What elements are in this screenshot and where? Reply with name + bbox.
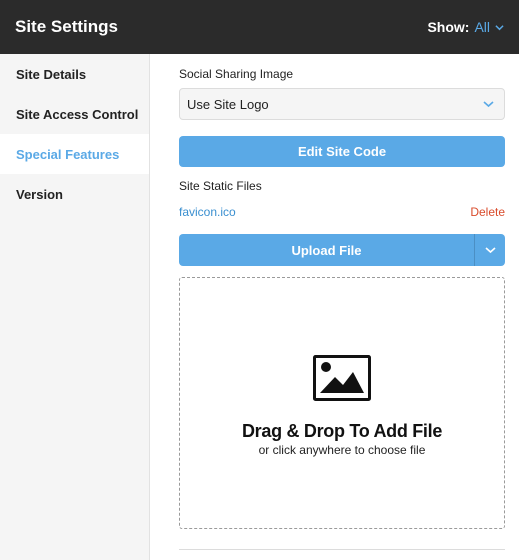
sidebar-item-version[interactable]: Version — [0, 174, 149, 214]
show-value: All — [474, 19, 490, 35]
select-value: Use Site Logo — [187, 96, 269, 112]
site-settings-panel: Site Settings Show: All Site Details Sit… — [0, 0, 519, 560]
header-bar: Site Settings Show: All — [0, 0, 519, 54]
show-filter[interactable]: Show: All — [427, 19, 504, 35]
image-icon — [313, 355, 371, 401]
upload-options-toggle[interactable] — [474, 234, 505, 266]
upload-button-group: Upload File — [179, 234, 505, 266]
show-dropdown[interactable]: All — [474, 19, 504, 35]
sidebar-item-special-features[interactable]: Special Features — [0, 134, 149, 174]
social-sharing-image-select[interactable]: Use Site Logo — [179, 88, 505, 120]
list-item: favicon.ico Delete — [179, 205, 505, 219]
sidebar-item-label: Version — [16, 186, 63, 202]
delete-file-button[interactable]: Delete — [470, 205, 505, 219]
sidebar-item-site-details[interactable]: Site Details — [0, 54, 149, 94]
dropzone-subtitle: or click anywhere to choose file — [258, 443, 426, 457]
social-sharing-image-label: Social Sharing Image — [179, 67, 294, 81]
chevron-down-icon — [495, 24, 504, 30]
settings-sidebar: Site Details Site Access Control Special… — [0, 54, 150, 560]
page-title: Site Settings — [15, 17, 118, 36]
site-static-files-label: Site Static Files — [179, 179, 262, 193]
upload-file-button[interactable]: Upload File — [179, 234, 474, 266]
chevron-down-icon — [483, 101, 494, 108]
sidebar-item-label: Special Features — [16, 146, 120, 162]
sidebar-item-site-access-control[interactable]: Site Access Control — [0, 94, 149, 134]
file-dropzone[interactable]: Drag & Drop To Add File or click anywher… — [179, 277, 505, 529]
dropzone-title: Drag & Drop To Add File — [241, 421, 443, 441]
divider — [179, 549, 505, 550]
sidebar-item-label: Site Details — [16, 66, 87, 82]
file-link[interactable]: favicon.ico — [179, 205, 236, 219]
special-features-content: Social Sharing Image Use Site Logo Edit … — [150, 54, 519, 560]
edit-site-code-button[interactable]: Edit Site Code — [179, 136, 505, 167]
show-label: Show: — [427, 19, 470, 35]
sidebar-item-label: Site Access Control — [16, 106, 139, 122]
chevron-down-icon — [484, 247, 496, 254]
